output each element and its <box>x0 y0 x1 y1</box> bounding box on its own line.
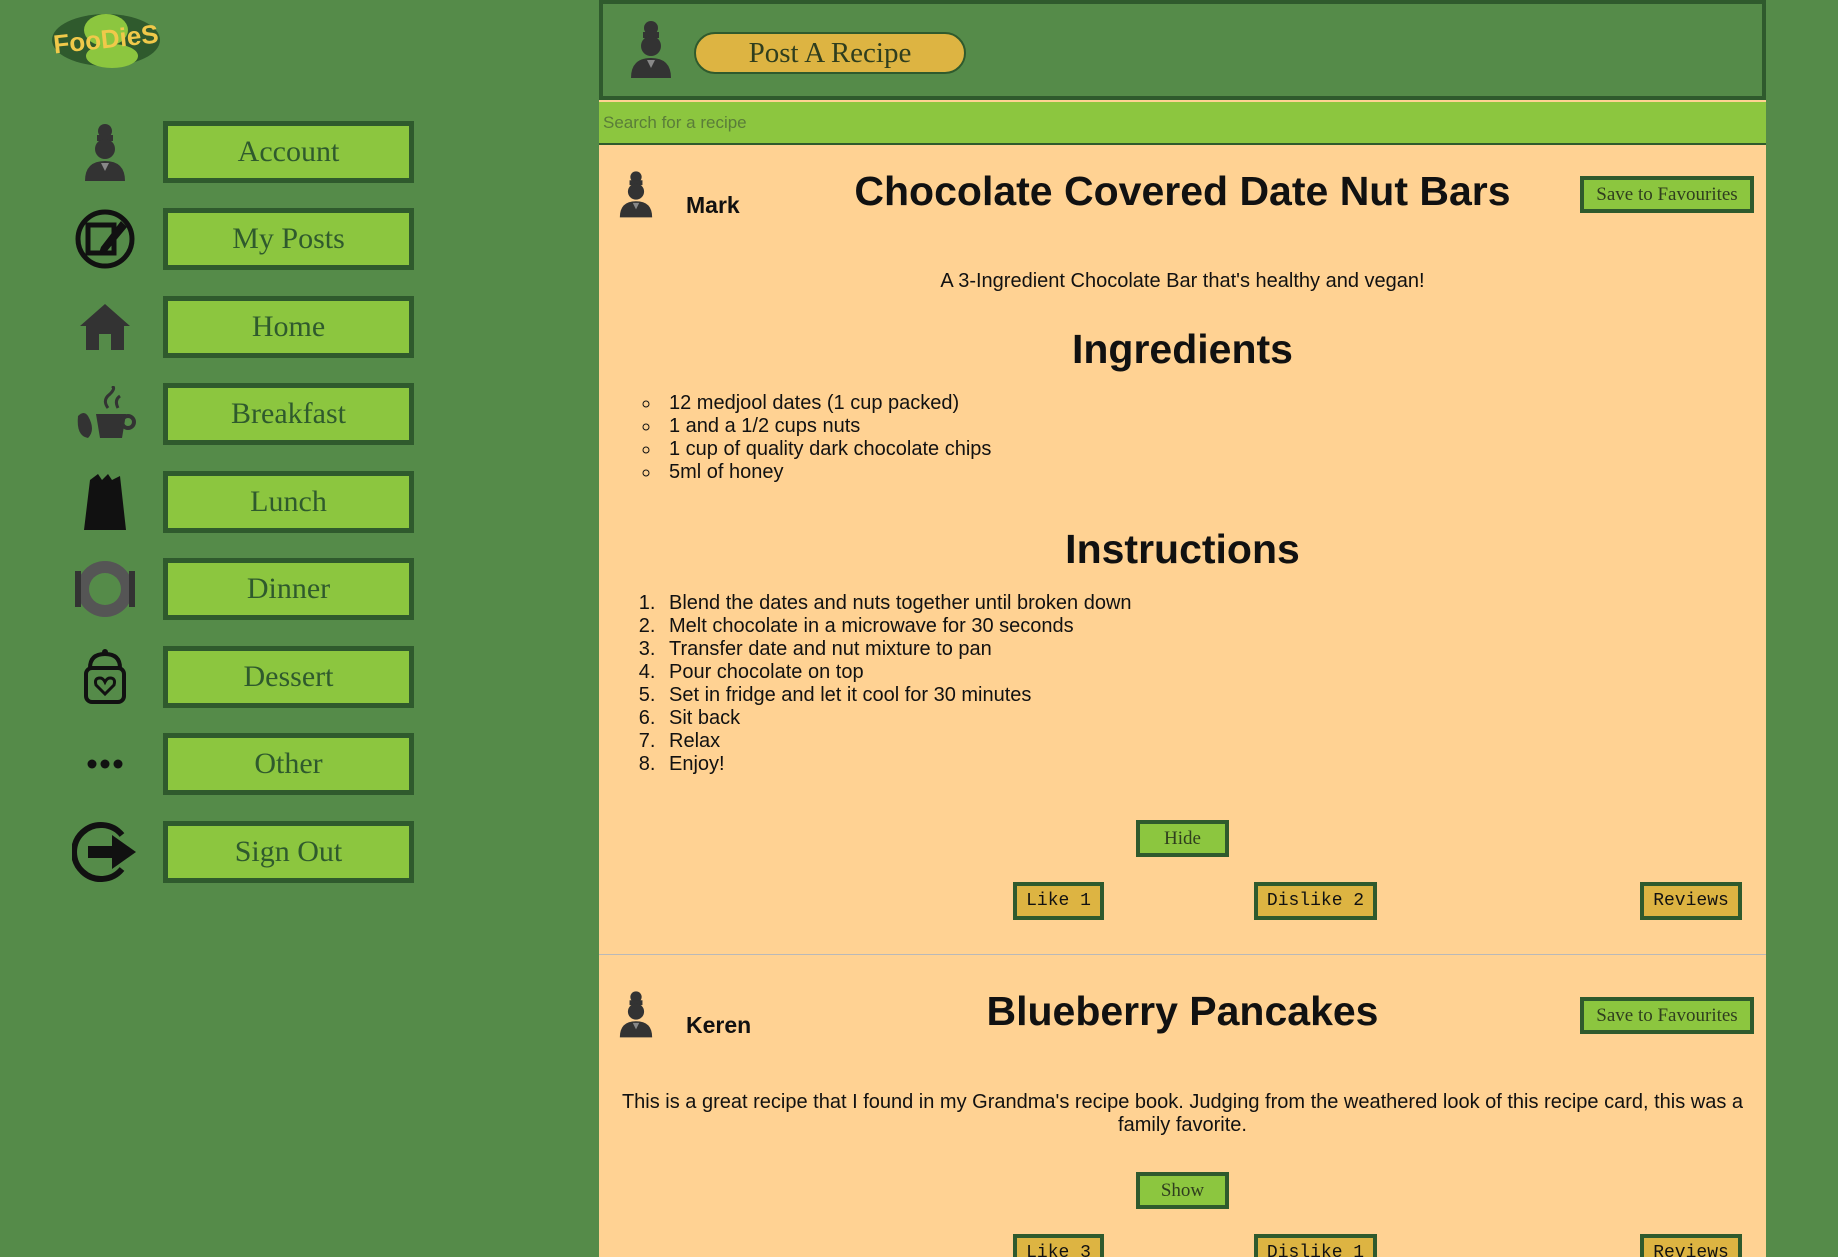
account-button[interactable]: Account <box>163 120 414 183</box>
chef-avatar-icon <box>625 20 677 83</box>
chef-avatar-icon <box>70 117 140 187</box>
dislike-button[interactable]: Dislike 2 <box>1254 882 1377 920</box>
my-posts-button[interactable]: My Posts <box>163 208 414 271</box>
list-item: Blend the dates and nuts together until … <box>661 592 1132 615</box>
list-item: 1 and a 1/2 cups nuts <box>661 415 991 438</box>
main-content: Post A Recipe Mark Chocolate Covered Dat… <box>599 0 1766 1257</box>
reviews-button[interactable]: Reviews <box>1640 882 1742 920</box>
list-item: Transfer date and nut mixture to pan <box>661 638 1132 661</box>
post-bar: Post A Recipe <box>599 0 1766 100</box>
like-button[interactable]: Like 1 <box>1013 882 1104 920</box>
foodies-logo[interactable]: FooDieS <box>48 8 164 68</box>
recipe-description: A 3-Ingredient Chocolate Bar that's heal… <box>940 270 1425 292</box>
list-item: 5ml of honey <box>661 461 991 484</box>
reviews-button[interactable]: Reviews <box>1640 1234 1742 1257</box>
recipe-card: Keren Blueberry Pancakes Save to Favouri… <box>599 968 1766 1257</box>
sidebar-item-other[interactable]: Other <box>70 721 420 809</box>
recipe-description: This is a great recipe that I found in m… <box>621 1091 1744 1136</box>
sign-out-button[interactable]: Sign Out <box>163 820 414 883</box>
dislike-button[interactable]: Dislike 1 <box>1254 1234 1377 1257</box>
list-item: Set in fridge and let it cool for 30 min… <box>661 684 1132 707</box>
like-button[interactable]: Like 3 <box>1013 1234 1104 1257</box>
sidebar-item-my-posts[interactable]: My Posts <box>70 196 420 284</box>
dinner-button[interactable]: Dinner <box>163 558 414 621</box>
home-icon <box>70 292 140 362</box>
list-item: 12 medjool dates (1 cup packed) <box>661 392 991 415</box>
sidebar-item-dessert[interactable]: Dessert <box>70 633 420 721</box>
sign-out-icon <box>70 817 140 887</box>
cupcake-icon <box>70 642 140 712</box>
lunch-bag-icon <box>70 467 140 537</box>
sidebar-item-sign-out[interactable]: Sign Out <box>70 808 420 896</box>
edit-icon <box>70 204 140 274</box>
lunch-button[interactable]: Lunch <box>163 470 414 533</box>
search-input[interactable] <box>599 102 1766 145</box>
instructions-heading: Instructions <box>1065 526 1300 572</box>
list-item: Melt chocolate in a microwave for 30 sec… <box>661 615 1132 638</box>
other-button[interactable]: Other <box>163 733 414 796</box>
plate-icon <box>70 554 140 624</box>
sidebar-item-breakfast[interactable]: Breakfast <box>70 371 420 459</box>
breakfast-button[interactable]: Breakfast <box>163 383 414 446</box>
list-item: 1 cup of quality dark chocolate chips <box>661 438 991 461</box>
home-button[interactable]: Home <box>163 295 414 358</box>
post-recipe-button[interactable]: Post A Recipe <box>694 32 966 74</box>
recipe-card: Mark Chocolate Covered Date Nut Bars Sav… <box>599 146 1766 954</box>
instructions-list: Blend the dates and nuts together until … <box>661 592 1132 776</box>
coffee-icon <box>70 379 140 449</box>
more-icon <box>70 729 140 799</box>
sidebar-item-account[interactable]: Account <box>70 108 420 196</box>
dessert-button[interactable]: Dessert <box>163 645 414 708</box>
sidebar-item-home[interactable]: Home <box>70 283 420 371</box>
ingredients-list: 12 medjool dates (1 cup packed) 1 and a … <box>661 392 991 484</box>
list-item: Pour chocolate on top <box>661 661 1132 684</box>
sidebar-item-dinner[interactable]: Dinner <box>70 546 420 634</box>
sidebar-nav: Account My Posts Home Breakfast Lunch Di… <box>70 108 420 896</box>
list-item: Relax <box>661 730 1132 753</box>
save-to-favourites-button[interactable]: Save to Favourites <box>1580 176 1754 213</box>
hide-button[interactable]: Hide <box>1136 820 1229 857</box>
sidebar-item-lunch[interactable]: Lunch <box>70 458 420 546</box>
ingredients-heading: Ingredients <box>1072 326 1293 372</box>
save-to-favourites-button[interactable]: Save to Favourites <box>1580 997 1754 1034</box>
list-item: Enjoy! <box>661 753 1132 776</box>
show-button[interactable]: Show <box>1136 1172 1229 1209</box>
recipe-divider <box>599 954 1766 955</box>
list-item: Sit back <box>661 707 1132 730</box>
